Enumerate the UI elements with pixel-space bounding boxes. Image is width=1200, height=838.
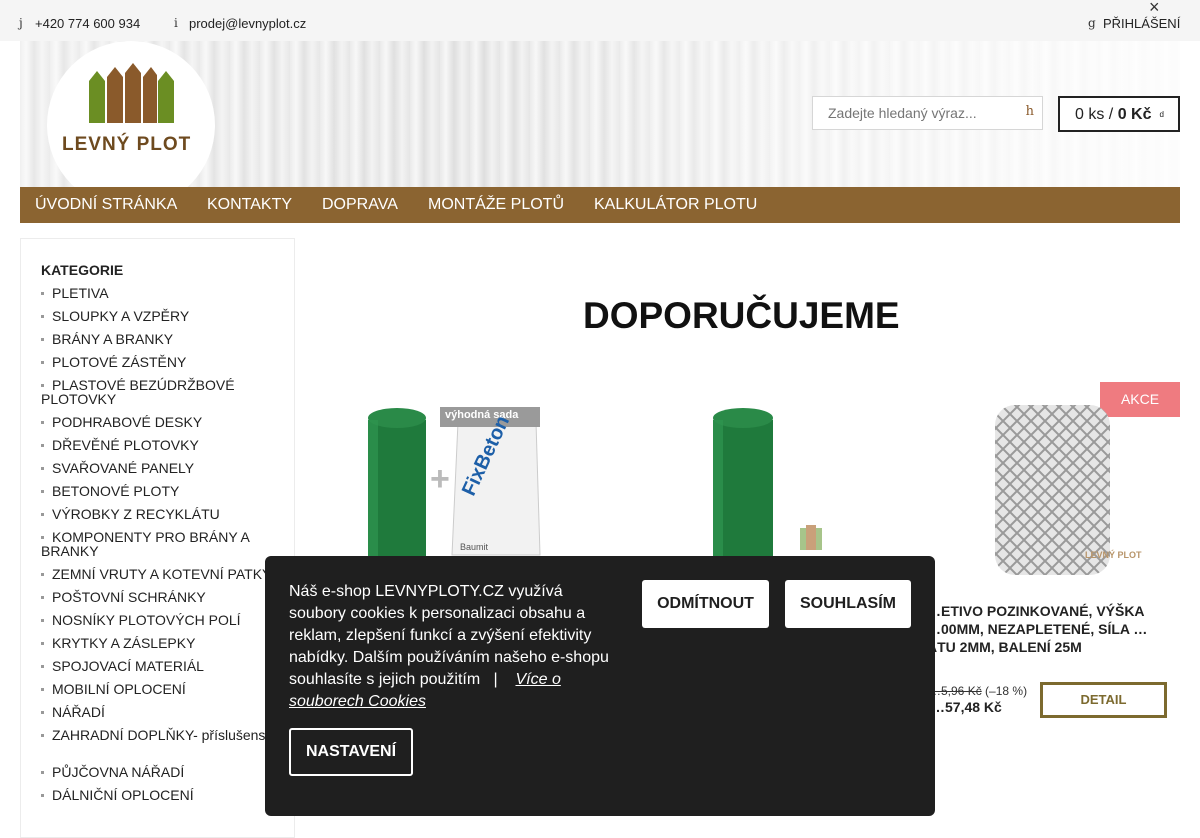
sidebar-item-pletiva[interactable]: PLETIVA	[41, 286, 281, 300]
mail-icon: i	[174, 16, 178, 30]
nav-item-contacts[interactable]: KONTAKTY	[207, 196, 292, 214]
discount-percent: (–18 %)	[985, 684, 1028, 698]
sidebar-item-krytky[interactable]: KRYTKY A ZÁSLEPKY	[41, 636, 281, 650]
sidebar-item-zemni-vruty[interactable]: ZEMNÍ VRUTY A KOTEVNÍ PATKY	[41, 567, 291, 581]
product-name[interactable]: …ETIVO POZINKOVANÉ, VÝŠKA …00MM, NEZAPLE…	[927, 602, 1157, 656]
login-link[interactable]: PŘIHLÁŠENÍ	[1103, 16, 1180, 31]
sidebar-item-recyklat[interactable]: VÝROBKY Z RECYKLÁTU	[41, 507, 281, 521]
sidebar-item-komponenty[interactable]: KOMPONENTY PRO BRÁNY A BRANKY	[41, 530, 281, 558]
sidebar-item-naradi[interactable]: NÁŘADÍ	[41, 705, 281, 719]
main-nav: ÚVODNÍ STRÁNKA KONTAKTY DOPRAVA MONTÁŽE …	[20, 187, 1180, 223]
product-image-2[interactable]	[640, 400, 870, 570]
sidebar-item-betonove-ploty[interactable]: BETONOVÉ PLOTY	[41, 484, 281, 498]
sidebar-heading: KATEGORIE	[41, 262, 124, 278]
product-image-1[interactable]: + výhodná sada FixBeton Baumit	[340, 400, 550, 560]
close-icon[interactable]: ×	[1149, 0, 1160, 18]
sidebar-item-brany[interactable]: BRÁNY A BRANKY	[41, 332, 281, 346]
top-bar: j +420 774 600 934 i prodej@levnyplot.cz…	[0, 0, 1200, 41]
phone-icon: j	[19, 16, 23, 30]
product-image-post	[713, 408, 822, 570]
sidebar-item-spojovaci-material[interactable]: SPOJOVACÍ MATERIÁL	[41, 659, 281, 673]
detail-button[interactable]: DETAIL	[1040, 682, 1167, 718]
sidebar-item-zahradni-doplnky[interactable]: ZAHRADNÍ DOPLŇKY- příslušenství	[41, 728, 281, 742]
sidebar-item-zasteny[interactable]: PLOTOVÉ ZÁSTĚNY	[41, 355, 281, 369]
accept-button[interactable]: SOUHLASÍM	[785, 580, 911, 628]
nav-item-shipping[interactable]: DOPRAVA	[322, 196, 398, 214]
cart-quantity: 0 ks /	[1075, 106, 1114, 123]
sidebar-item-pujcovna[interactable]: PŮJČOVNA NÁŘADÍ	[41, 765, 281, 779]
cookie-separator: |	[493, 671, 498, 688]
product-image-3[interactable]: LEVNÝ PLOT	[975, 400, 1145, 580]
settings-button[interactable]: NASTAVENÍ	[289, 728, 413, 776]
category-sidebar: KATEGORIE PLETIVA SLOUPKY A VZPĚRY BRÁNY…	[20, 238, 295, 838]
search-box: h	[812, 96, 1043, 130]
old-price-value: …5,96 Kč	[929, 684, 982, 698]
logo[interactable]	[47, 41, 215, 187]
phone-link[interactable]: +420 774 600 934	[35, 16, 140, 31]
product-price: …57,48 Kč	[931, 699, 1002, 715]
sidebar-item-podhrabove-desky[interactable]: PODHRABOVÉ DESKY	[41, 415, 281, 429]
site-header: LEVNÝ PLOT h 0 ks / 0 Kč d	[20, 41, 1180, 187]
nav-item-installation[interactable]: MONTÁŽE PLOTŮ	[428, 196, 564, 214]
svg-text:+: +	[430, 460, 450, 498]
sidebar-item-postovni-schranky[interactable]: POŠTOVNÍ SCHRÁNKY	[41, 590, 281, 604]
product-maker: Baumit	[460, 542, 489, 552]
sidebar-item-mobilni-oploceni[interactable]: MOBILNÍ OPLOCENÍ	[41, 682, 281, 696]
watermark-logo: LEVNÝ PLOT	[1085, 550, 1142, 560]
cookie-text-block: Náš e-shop LEVNYPLOTY.CZ využívá soubory…	[289, 581, 619, 713]
section-title: DOPORUČUJEME	[583, 295, 900, 336]
sidebar-item-sloupky[interactable]: SLOUPKY A VZPĚRY	[41, 309, 281, 323]
search-icon[interactable]: h	[1026, 104, 1034, 119]
sidebar-item-plastove-plotovky[interactable]: PLASTOVÉ BEZÚDRŽBOVÉ PLOTOVKY	[41, 378, 281, 406]
decline-button[interactable]: ODMÍTNOUT	[642, 580, 769, 628]
nav-item-calculator[interactable]: KALKULÁTOR PLOTU	[594, 196, 757, 214]
product-image-post-set: +	[368, 407, 541, 560]
cart-price: 0 Kč	[1117, 106, 1152, 123]
old-price: …5,96 Kč (–18 %)	[929, 684, 1027, 698]
fence-logo-icon	[89, 63, 174, 123]
sidebar-item-nosniky[interactable]: NOSNÍKY PLOTOVÝCH POLÍ	[41, 613, 281, 627]
cookie-banner: Náš e-shop LEVNYPLOTY.CZ využívá soubory…	[265, 556, 935, 816]
sidebar-item-svarovane-panely[interactable]: SVAŘOVANÉ PANELY	[41, 461, 281, 475]
email-link[interactable]: prodej@levnyplot.cz	[189, 16, 306, 31]
search-input[interactable]	[813, 97, 1003, 129]
chevron-down-icon: d	[1159, 110, 1164, 119]
cart-button[interactable]: 0 ks / 0 Kč d	[1058, 96, 1180, 132]
login-icon: g	[1088, 16, 1096, 30]
logo-text: LEVNÝ PLOT	[62, 134, 192, 155]
nav-item-home[interactable]: ÚVODNÍ STRÁNKA	[35, 196, 177, 214]
sidebar-item-drevene-plotovky[interactable]: DŘEVĚNÉ PLOTOVKY	[41, 438, 281, 452]
